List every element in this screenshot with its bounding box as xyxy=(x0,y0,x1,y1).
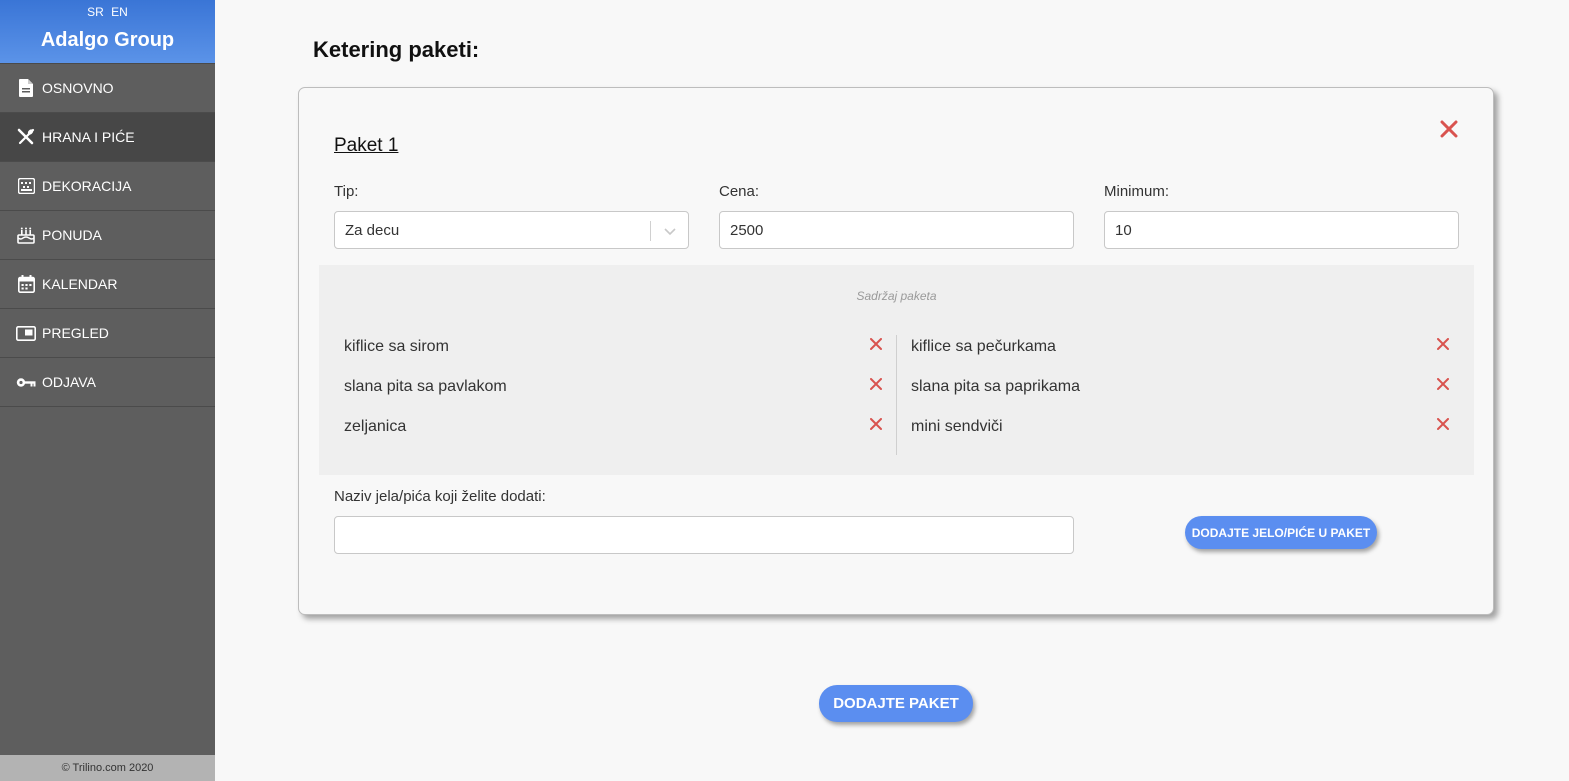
cake-icon xyxy=(16,225,36,245)
language-switcher: SR EN xyxy=(0,0,215,23)
sidebar-item-label: HRANA I PIĆE xyxy=(42,129,135,145)
sidebar-item-ponuda[interactable]: PONUDA xyxy=(0,211,215,260)
content-item: slana pita sa pavlakom xyxy=(344,378,507,395)
close-icon xyxy=(1437,378,1449,390)
remove-item-button[interactable] xyxy=(1436,377,1450,391)
content-item: kiflice sa sirom xyxy=(344,338,449,355)
lang-sr-link[interactable]: SR xyxy=(87,5,104,19)
contents-title: Sadržaj paketa xyxy=(856,289,937,303)
brand-header: SR EN Adalgo Group xyxy=(0,0,215,64)
price-label: Cena: xyxy=(719,183,760,200)
remove-item-button[interactable] xyxy=(1436,417,1450,431)
column-divider xyxy=(896,335,897,455)
lang-en-link[interactable]: EN xyxy=(111,5,128,19)
copyright-footer: © Trilino.com 2020 xyxy=(0,755,215,781)
package-title: Paket 1 xyxy=(334,135,399,156)
sidebar-item-label: OSNOVNO xyxy=(42,80,114,96)
close-icon xyxy=(1437,418,1449,430)
price-value: 2500 xyxy=(730,221,764,239)
sidebar: SR EN Adalgo Group OSNOVNO HRANA I PIĆE … xyxy=(0,0,215,781)
page-title: Ketering paketi: xyxy=(313,37,480,62)
preview-icon xyxy=(16,323,36,343)
sidebar-item-hrana-i-pice[interactable]: HRANA I PIĆE xyxy=(0,113,215,162)
close-icon xyxy=(870,378,882,390)
utensils-icon xyxy=(16,127,36,147)
brand-name: Adalgo Group xyxy=(40,29,175,51)
close-icon xyxy=(870,418,882,430)
type-select-value: Za decu xyxy=(345,221,400,239)
content-item: zeljanica xyxy=(344,418,407,435)
decoration-icon xyxy=(16,176,36,196)
sidebar-item-odjava[interactable]: ODJAVA xyxy=(0,358,215,407)
sidebar-item-label: ODJAVA xyxy=(42,374,96,390)
price-input[interactable]: 2500 xyxy=(719,211,1074,249)
content-item: mini sendviči xyxy=(911,418,1003,435)
package-card: Paket 1 Tip: Za decu Cena: 2500 Minimum:… xyxy=(298,87,1494,615)
chevron-down-icon xyxy=(663,224,677,241)
key-icon xyxy=(16,372,36,392)
remove-package-button[interactable] xyxy=(1438,118,1460,140)
minimum-value: 10 xyxy=(1115,221,1132,239)
select-separator xyxy=(650,221,651,241)
close-icon xyxy=(1437,338,1449,350)
sidebar-item-kalendar[interactable]: KALENDAR xyxy=(0,260,215,309)
add-item-button[interactable]: DODAJTE JELO/PIĆE U PAKET xyxy=(1185,516,1377,549)
minimum-input[interactable]: 10 xyxy=(1104,211,1459,249)
add-item-input[interactable] xyxy=(334,516,1074,554)
calendar-icon xyxy=(16,274,36,294)
sidebar-item-label: DEKORACIJA xyxy=(42,178,132,194)
package-contents: Sadržaj paketa kiflice sa sirom slana pi… xyxy=(319,265,1474,475)
add-package-button[interactable]: DODAJTE PAKET xyxy=(819,685,973,722)
sidebar-nav: OSNOVNO HRANA I PIĆE DEKORACIJA PONUDA K… xyxy=(0,64,215,407)
sidebar-item-label: PONUDA xyxy=(42,227,102,243)
minimum-label: Minimum: xyxy=(1104,183,1170,200)
sidebar-item-osnovno[interactable]: OSNOVNO xyxy=(0,64,215,113)
close-icon xyxy=(1440,120,1458,138)
remove-item-button[interactable] xyxy=(869,337,883,351)
add-item-label: Naziv jela/pića koji želite dodati: xyxy=(334,488,546,505)
remove-item-button[interactable] xyxy=(869,417,883,431)
close-icon xyxy=(870,338,882,350)
remove-item-button[interactable] xyxy=(1436,337,1450,351)
content-item: slana pita sa paprikama xyxy=(911,378,1080,395)
document-icon xyxy=(16,78,36,98)
sidebar-item-label: KALENDAR xyxy=(42,276,118,292)
remove-item-button[interactable] xyxy=(869,377,883,391)
content-item: kiflice sa pečurkama xyxy=(911,338,1056,355)
sidebar-item-dekoracija[interactable]: DEKORACIJA xyxy=(0,162,215,211)
sidebar-item-pregled[interactable]: PREGLED xyxy=(0,309,215,358)
sidebar-item-label: PREGLED xyxy=(42,325,109,341)
type-select[interactable]: Za decu xyxy=(334,211,689,249)
type-label: Tip: xyxy=(334,183,359,200)
